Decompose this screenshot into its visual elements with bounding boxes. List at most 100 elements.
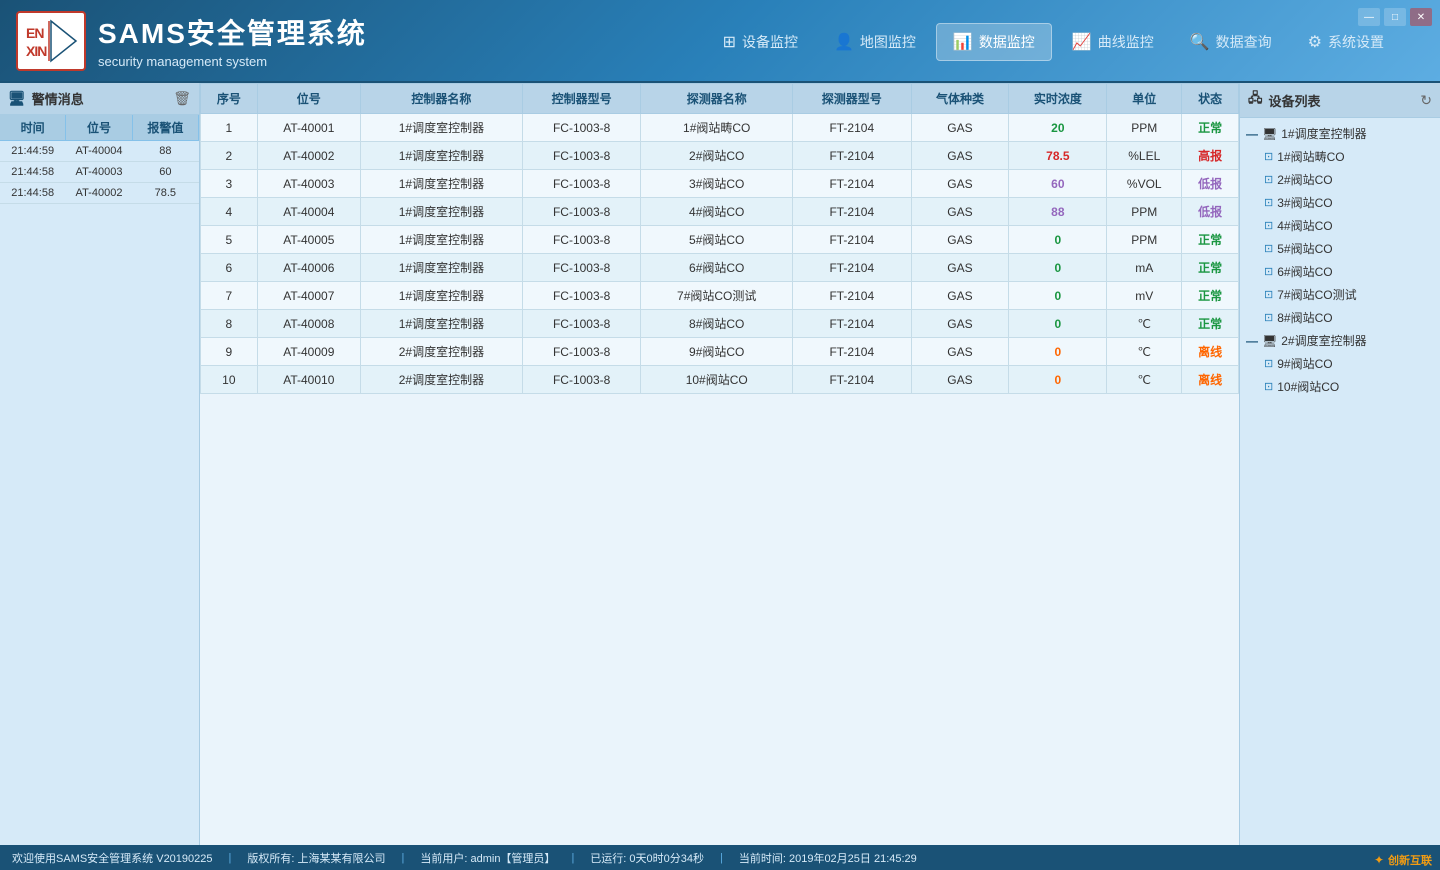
table-cell-位号: AT-40010 xyxy=(257,366,360,394)
sensor-icon: ⊡ xyxy=(1264,150,1273,163)
table-cell-控制器型号: FC-1003-8 xyxy=(522,226,640,254)
table-cell-序号: 2 xyxy=(201,142,258,170)
table-cell-单位: ℃ xyxy=(1107,366,1182,394)
table-row[interactable]: 4AT-400041#调度室控制器FC-1003-84#阀站COFT-2104G… xyxy=(201,198,1239,226)
sensor-icon: ⊡ xyxy=(1264,173,1273,186)
device-item[interactable]: ⊡4#阀站CO xyxy=(1240,214,1440,237)
table-cell-探测器名称: 4#阀站CO xyxy=(641,198,793,226)
svg-text:XIN: XIN xyxy=(26,43,47,59)
data-panel: 序号位号控制器名称控制器型号探测器名称探测器型号气体种类实时浓度单位状态 1AT… xyxy=(200,83,1240,845)
curve-monitor-nav-icon: 📈 xyxy=(1072,32,1092,52)
device-item[interactable]: ⊡3#阀站CO xyxy=(1240,191,1440,214)
device-item[interactable]: ⊡ 9#阀站CO xyxy=(1240,352,1440,375)
table-cell-单位: PPM xyxy=(1107,198,1182,226)
device-item[interactable]: ⊡5#阀站CO xyxy=(1240,237,1440,260)
alarm-cell-value: 78.5 xyxy=(133,183,199,203)
device-item[interactable]: ⊡2#阀站CO xyxy=(1240,168,1440,191)
alarm-cell-value: 60 xyxy=(133,162,199,182)
table-cell-控制器名称: 1#调度室控制器 xyxy=(360,170,522,198)
device-group-label: 2#调度室控制器 xyxy=(1281,332,1366,349)
nav-map-monitor[interactable]: 👤地图监控 xyxy=(818,24,932,60)
sensor-icon: ⊡ xyxy=(1264,196,1273,209)
device-item[interactable]: ⊡10#阀站CO xyxy=(1240,375,1440,398)
table-cell-位号: AT-40002 xyxy=(257,142,360,170)
device-item-label: 6#阀站CO xyxy=(1277,263,1332,280)
table-cell-控制器型号: FC-1003-8 xyxy=(522,170,640,198)
sensor-icon: ⊡ xyxy=(1264,265,1273,278)
table-cell-探测器名称: 3#阀站CO xyxy=(641,170,793,198)
table-cell-实时浓度: 88 xyxy=(1009,198,1107,226)
table-cell-控制器名称: 1#调度室控制器 xyxy=(360,142,522,170)
device-item[interactable]: ⊡1#阀站畴CO xyxy=(1240,145,1440,168)
table-cell-探测器型号: FT-2104 xyxy=(793,338,911,366)
status-user: 当前用户: admin【管理员】 xyxy=(420,850,555,866)
table-cell-探测器名称: 8#阀站CO xyxy=(641,310,793,338)
table-cell-序号: 4 xyxy=(201,198,258,226)
table-row[interactable]: 1AT-400011#调度室控制器FC-1003-81#阀站畴COFT-2104… xyxy=(201,114,1239,142)
device-item-label: 9#阀站CO xyxy=(1277,355,1332,372)
table-cell-状态: 正常 xyxy=(1182,226,1239,254)
app-subtitle: security management system xyxy=(98,54,367,69)
alarm-row[interactable]: 21:44:58AT-4000360 xyxy=(0,162,199,183)
table-cell-气体种类: GAS xyxy=(911,310,1009,338)
alarm-col-header-位号: 位号 xyxy=(66,115,132,140)
nav-data-monitor[interactable]: 📊数据监控 xyxy=(936,23,1052,61)
minimize-button[interactable]: — xyxy=(1358,8,1380,26)
device-group-1[interactable]: —🖥2#调度室控制器 xyxy=(1240,329,1440,352)
col-header-实时浓度: 实时浓度 xyxy=(1009,84,1107,114)
table-cell-控制器名称: 2#调度室控制器 xyxy=(360,338,522,366)
table-cell-探测器名称: 7#阀站CO测试 xyxy=(641,282,793,310)
table-cell-探测器型号: FT-2104 xyxy=(793,114,911,142)
alarm-row[interactable]: 21:44:59AT-4000488 xyxy=(0,141,199,162)
table-cell-状态: 高报 xyxy=(1182,142,1239,170)
alarm-cell-position: AT-40004 xyxy=(66,141,132,161)
alarm-panel-header: 🖥 警情消息 🗑 xyxy=(0,83,199,115)
table-cell-实时浓度: 20 xyxy=(1009,114,1107,142)
nav-system-settings[interactable]: ⚙系统设置 xyxy=(1292,24,1400,60)
device-item[interactable]: ⊡7#阀站CO测试 xyxy=(1240,283,1440,306)
table-cell-序号: 10 xyxy=(201,366,258,394)
alarm-delete-button[interactable]: 🗑 xyxy=(173,90,191,107)
table-cell-实时浓度: 60 xyxy=(1009,170,1107,198)
device-refresh-button[interactable]: ↻ xyxy=(1420,92,1432,109)
table-cell-探测器型号: FT-2104 xyxy=(793,254,911,282)
table-row[interactable]: 6AT-400061#调度室控制器FC-1003-86#阀站COFT-2104G… xyxy=(201,254,1239,282)
device-panel: 🖧 设备列表 ↻ —🖥1#调度室控制器⊡1#阀站畴CO⊡2#阀站CO⊡3#阀站C… xyxy=(1240,83,1440,845)
nav-curve-monitor[interactable]: 📈曲线监控 xyxy=(1056,24,1170,60)
table-row[interactable]: 9AT-400092#调度室控制器FC-1003-89#阀站COFT-2104G… xyxy=(201,338,1239,366)
table-row[interactable]: 5AT-400051#调度室控制器FC-1003-85#阀站COFT-2104G… xyxy=(201,226,1239,254)
table-row[interactable]: 7AT-400071#调度室控制器FC-1003-87#阀站CO测试FT-210… xyxy=(201,282,1239,310)
status-datetime: 当前时间: 2019年02月25日 21:45:29 xyxy=(739,850,917,866)
nav-device-monitor[interactable]: ⊞设备监控 xyxy=(707,24,814,60)
table-cell-探测器型号: FT-2104 xyxy=(793,142,911,170)
col-header-控制器型号: 控制器型号 xyxy=(522,84,640,114)
table-cell-实时浓度: 0 xyxy=(1009,254,1107,282)
table-cell-探测器型号: FT-2104 xyxy=(793,282,911,310)
device-group-0[interactable]: —🖥1#调度室控制器 xyxy=(1240,122,1440,145)
maximize-button[interactable]: □ xyxy=(1384,8,1406,26)
device-panel-title: 设备列表 xyxy=(1269,91,1321,110)
table-cell-位号: AT-40007 xyxy=(257,282,360,310)
sensor-icon: ⊡ xyxy=(1264,219,1273,232)
alarm-row[interactable]: 21:44:58AT-4000278.5 xyxy=(0,183,199,204)
close-button[interactable]: ✕ xyxy=(1410,8,1432,26)
window-controls: — □ ✕ xyxy=(1358,8,1432,26)
device-controller-icon: 🖥 xyxy=(1262,127,1277,141)
sensor-icon: ⊡ xyxy=(1264,357,1273,370)
table-row[interactable]: 8AT-400081#调度室控制器FC-1003-88#阀站COFT-2104G… xyxy=(201,310,1239,338)
table-cell-实时浓度: 0 xyxy=(1009,310,1107,338)
device-controller-icon: 🖥 xyxy=(1262,334,1277,348)
table-row[interactable]: 2AT-400021#调度室控制器FC-1003-82#阀站COFT-2104G… xyxy=(201,142,1239,170)
device-item[interactable]: ⊡8#阀站CO xyxy=(1240,306,1440,329)
system-settings-nav-icon: ⚙ xyxy=(1308,32,1322,52)
device-item[interactable]: ⊡ 6#阀站CO xyxy=(1240,260,1440,283)
alarm-panel: 🖥 警情消息 🗑 时间位号报警值 21:44:59AT-400048821:44… xyxy=(0,83,200,845)
table-cell-探测器型号: FT-2104 xyxy=(793,198,911,226)
nav-data-query[interactable]: 🔍数据查询 xyxy=(1174,24,1288,60)
col-header-探测器型号: 探测器型号 xyxy=(793,84,911,114)
table-row[interactable]: 10AT-400102#调度室控制器FC-1003-810#阀站COFT-210… xyxy=(201,366,1239,394)
table-cell-探测器名称: 10#阀站CO xyxy=(641,366,793,394)
data-table-head: 序号位号控制器名称控制器型号探测器名称探测器型号气体种类实时浓度单位状态 xyxy=(201,84,1239,114)
table-row[interactable]: 3AT-400031#调度室控制器FC-1003-83#阀站COFT-2104G… xyxy=(201,170,1239,198)
alarm-table-header: 时间位号报警值 xyxy=(0,115,199,141)
